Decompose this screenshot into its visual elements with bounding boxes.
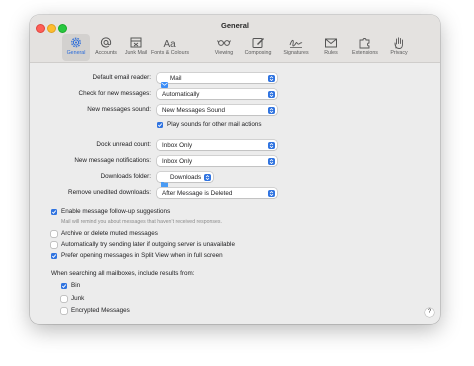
window-title: General	[221, 21, 249, 30]
tab-extensions[interactable]: Extensions	[351, 34, 379, 61]
compose-icon	[251, 36, 265, 49]
tab-signatures[interactable]: Signatures	[282, 34, 310, 61]
default-email-reader-popup[interactable]: Mail	[157, 73, 277, 88]
search-section-heading: When searching all mailboxes, include re…	[51, 270, 195, 277]
new-messages-sound-label: New messages sound:	[87, 106, 151, 113]
follow-up-label: Enable message follow-up suggestions	[61, 208, 171, 215]
popup-value: Mail	[170, 74, 182, 82]
hand-icon	[392, 36, 406, 49]
tab-fonts-colours[interactable]: Aa Fonts & Colours	[151, 34, 189, 61]
toolbar: General General Accounts Junk Mail Aa Fo…	[30, 15, 440, 63]
popup-arrows-icon	[268, 141, 275, 149]
at-icon	[99, 36, 113, 49]
archive-muted-checkbox[interactable]	[51, 231, 57, 237]
remove-unedited-downloads-label: Remove unedited downloads:	[68, 189, 151, 196]
split-view-checkbox[interactable]	[51, 253, 57, 259]
split-view-label: Prefer opening messages in Split View wh…	[61, 252, 223, 259]
popup-value: Inbox Only	[162, 157, 193, 165]
popup-value: Automatically	[162, 90, 200, 98]
search-encrypted-checkbox[interactable]	[61, 308, 67, 314]
tab-composing[interactable]: Composing	[243, 34, 273, 61]
signature-icon	[289, 36, 303, 49]
search-junk-label: Junk	[71, 295, 85, 302]
popup-arrows-icon	[204, 173, 211, 181]
archive-muted-label: Archive or delete muted messages	[61, 230, 158, 237]
preferences-window: General General Accounts Junk Mail Aa Fo…	[30, 15, 440, 324]
downloads-folder-popup[interactable]: Downloads	[157, 172, 213, 187]
downloads-folder-label: Downloads folder:	[100, 173, 151, 180]
follow-up-description: Mail will remind you about messages that…	[61, 219, 222, 225]
popup-arrows-icon	[268, 189, 275, 197]
junk-tray-icon	[129, 36, 143, 49]
tab-accounts[interactable]: Accounts	[93, 34, 119, 61]
new-message-notifications-popup[interactable]: Inbox Only	[157, 156, 277, 166]
tab-rules[interactable]: Rules	[319, 34, 343, 61]
dock-unread-count-label: Dock unread count:	[96, 141, 151, 148]
search-junk-checkbox[interactable]	[61, 296, 67, 302]
search-bin-label: Bin	[71, 282, 81, 289]
popup-value: New Messages Sound	[162, 106, 226, 114]
follow-up-checkbox[interactable]	[51, 209, 57, 215]
remove-unedited-downloads-popup[interactable]: After Message is Deleted	[157, 188, 277, 198]
dock-unread-count-popup[interactable]: Inbox Only	[157, 140, 277, 150]
tab-label: Fonts & Colours	[151, 50, 189, 56]
puzzle-icon	[358, 36, 372, 49]
popup-value: Inbox Only	[162, 141, 193, 149]
gear-icon	[69, 36, 83, 49]
play-sounds-label: Play sounds for other mail actions	[167, 121, 262, 128]
retry-sending-checkbox[interactable]	[51, 242, 57, 248]
tab-junk-mail[interactable]: Junk Mail	[123, 34, 149, 61]
play-sounds-checkbox[interactable]	[157, 122, 163, 128]
popup-value: After Message is Deleted	[162, 189, 233, 197]
svg-text:Aa: Aa	[164, 39, 177, 49]
envelope-rules-icon	[324, 36, 338, 49]
font-aa-icon: Aa	[163, 36, 177, 49]
mail-app-icon	[161, 75, 168, 88]
retry-sending-label: Automatically try sending later if outgo…	[61, 241, 235, 248]
popup-arrows-icon	[268, 157, 275, 165]
popup-arrows-icon	[268, 74, 275, 82]
new-messages-sound-popup[interactable]: New Messages Sound	[157, 105, 277, 115]
tab-privacy[interactable]: Privacy	[387, 34, 411, 61]
glasses-icon	[217, 36, 231, 49]
popup-value: Downloads	[170, 173, 202, 181]
check-new-messages-label: Check for new messages:	[78, 90, 151, 97]
tab-label: Privacy	[390, 50, 408, 56]
folder-icon	[161, 174, 168, 187]
popup-arrows-icon	[268, 106, 275, 114]
help-button[interactable]: ?	[425, 308, 434, 317]
popup-arrows-icon	[268, 90, 275, 98]
search-encrypted-label: Encrypted Messages	[71, 307, 130, 314]
check-new-messages-popup[interactable]: Automatically	[157, 89, 277, 99]
default-email-reader-label: Default email reader:	[92, 74, 151, 81]
tab-viewing[interactable]: Viewing	[212, 34, 236, 61]
tab-general[interactable]: General	[62, 34, 90, 61]
new-message-notifications-label: New message notifications:	[74, 157, 151, 164]
search-bin-checkbox[interactable]	[61, 283, 67, 289]
